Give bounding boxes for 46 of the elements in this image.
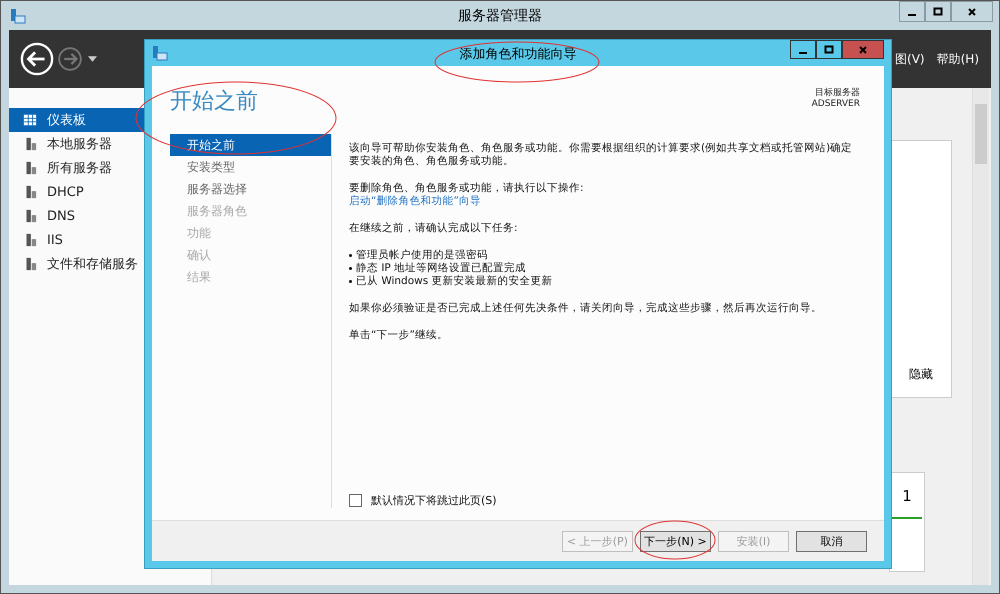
app-icon <box>152 45 168 61</box>
skip-checkbox[interactable] <box>349 494 362 507</box>
maximize-icon <box>824 44 834 54</box>
wizard-button[interactable]: 下一步(N) > <box>640 530 711 552</box>
menu-item[interactable]: 帮助(H) <box>936 50 979 68</box>
maximize-icon <box>933 6 943 16</box>
maximize-button[interactable] <box>925 1 951 22</box>
checkbox-label: 默认情况下将跳过此页(S) <box>371 493 497 508</box>
minimize-button[interactable] <box>899 1 925 22</box>
before-prompt: 在继续之前，请确认完成以下任务: <box>349 222 519 235</box>
close-icon <box>967 6 977 16</box>
task-item: 静态 IP 地址等网络设置已配置完成 <box>356 262 526 275</box>
maximize-button[interactable] <box>816 40 842 59</box>
intro-paragraph: 该向导可帮助你安装角色、角色服务或功能。你需要根据组织的计算要求(例如共享文档或托管网站)确定要安装的角色、角色服务或功能。 <box>349 142 854 168</box>
remove-prompt: 要删除角色、角色服务或功能，请执行以下操作: <box>349 182 585 195</box>
wizard-step[interactable]: 安装类型 <box>170 156 331 178</box>
forward-button[interactable] <box>57 46 83 72</box>
bullet-icon <box>349 254 352 257</box>
task-item: 已从 Windows 更新安装最新的安全更新 <box>356 275 553 288</box>
dialog-title: 添加角色和功能向导 <box>458 46 578 63</box>
task-item: 管理员帐户使用的是强密码 <box>356 249 488 262</box>
scrollbar[interactable] <box>972 88 989 585</box>
bullet-icon <box>349 267 352 270</box>
wizard-button[interactable]: 取消 <box>796 530 867 552</box>
status-bar-line <box>892 517 922 519</box>
minimize-icon <box>908 14 916 16</box>
remove-wizard-link[interactable]: 启动“删除角色和功能”向导 <box>349 195 481 208</box>
hide-link[interactable]: 隐藏 <box>909 366 933 383</box>
minimize-icon <box>799 52 807 54</box>
count-text: 1 <box>902 487 912 505</box>
wizard-step[interactable]: 服务器选择 <box>170 178 331 200</box>
menu-item[interactable]: 图(V) <box>895 50 925 68</box>
next-hint: 单击“下一步”继续。 <box>349 329 449 342</box>
close-icon <box>858 44 868 54</box>
note-paragraph: 如果你必须验证是否已完成上述任何先决条件，请关闭向导，完成这些步骤，然后再次运行向导。 <box>349 302 823 315</box>
bullet-icon <box>349 280 352 283</box>
back-button[interactable] <box>20 42 54 76</box>
app-icon <box>10 8 26 24</box>
window-title: 服务器管理器 <box>457 7 543 25</box>
target-server: ADSERVER <box>812 99 860 109</box>
wizard-step[interactable]: 开始之前 <box>170 134 331 156</box>
minimize-button[interactable] <box>790 40 816 59</box>
dropdown-caret-icon[interactable] <box>88 56 97 62</box>
dashboard-icon <box>23 113 37 127</box>
target-label: 目标服务器 <box>815 86 860 99</box>
close-button[interactable] <box>951 1 993 22</box>
